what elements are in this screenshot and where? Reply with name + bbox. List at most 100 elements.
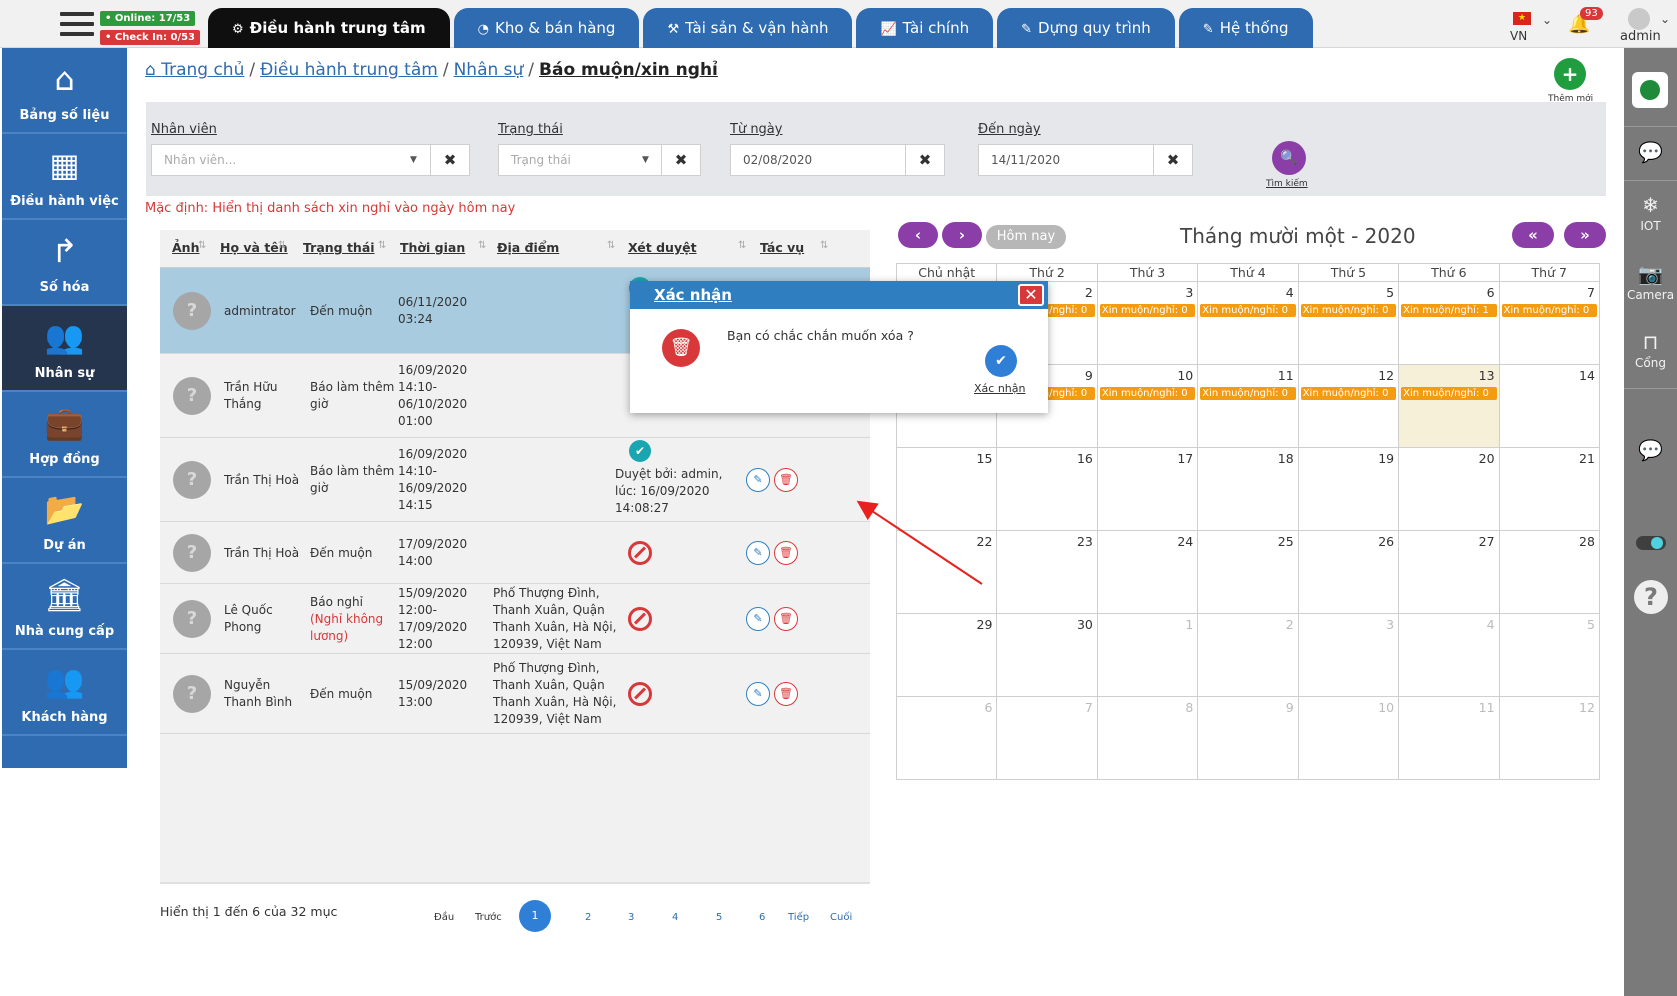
edit-icon[interactable]: ✎ [746,607,770,631]
clear-from-date-button[interactable]: ✖ [905,144,945,176]
chat-button[interactable]: 💬 [1624,438,1677,462]
clear-status-button[interactable]: ✖ [661,144,701,176]
gate-button[interactable]: ⊓ Cổng [1624,330,1677,370]
calendar-day[interactable]: 22 [897,531,998,614]
calendar-day[interactable]: 6 Xin muộn/nghỉ: 1 [1399,282,1500,365]
calendar-day[interactable]: 19 [1298,448,1400,531]
edit-icon[interactable]: ✎ [746,468,770,492]
chat-video-button[interactable]: 💬 [1624,140,1677,164]
calendar-day[interactable]: 26 [1298,531,1400,614]
calendar-day[interactable]: 30 [997,614,1098,697]
calendar-prev-button[interactable]: ‹ [898,222,938,248]
calendar-day[interactable]: 10 Xin muộn/nghỉ: 0 [1097,365,1199,448]
calendar-day[interactable]: 6 [897,697,998,780]
chevron-down-icon[interactable]: ⌄ [1542,13,1552,27]
calendar-day[interactable]: 21 [1499,448,1600,531]
pagination-next[interactable]: Tiếp [788,912,809,923]
breadcrumb-home[interactable]: ⌂ Trang chủ [145,60,244,80]
language-label[interactable]: VN [1510,29,1527,43]
vietnam-flag-icon[interactable]: ★ [1513,12,1531,25]
calendar-day[interactable]: 4 Xin muộn/nghỉ: 0 [1198,282,1299,365]
calendar-day[interactable]: 20 [1399,448,1500,531]
column-header[interactable]: Địa điểm [497,240,559,255]
column-header[interactable]: Trạng thái [303,240,375,255]
calendar-day[interactable]: 17 [1097,448,1199,531]
sort-icon[interactable]: ⇅ [378,240,386,251]
calendar-event[interactable]: Xin muộn/nghỉ: 0 [1300,387,1397,400]
calendar-day[interactable]: 23 [997,531,1098,614]
menu-icon[interactable] [60,12,94,42]
delete-icon[interactable]: 🗑 [774,682,798,706]
app-logo-icon[interactable] [1632,72,1668,108]
camera-button[interactable]: 📷 Camera [1624,262,1677,302]
calendar-event[interactable]: Xin muộn/nghỉ: 0 [1099,304,1196,317]
tab-3[interactable]: ⚒ Tài sản & vận hành [643,8,853,48]
sidebar-item-2[interactable]: ▦ Điều hành việc [2,134,127,220]
calendar-today-button[interactable]: Hôm nay [986,225,1066,249]
from-date-input[interactable]: 02/08/2020 [730,144,906,176]
sidebar-item-3[interactable]: ↱ Số hóa [2,220,127,306]
calendar-day[interactable]: 5 [1499,614,1600,697]
calendar-day[interactable]: 9 [1198,697,1299,780]
calendar-day[interactable]: 11 [1399,697,1500,780]
user-avatar-icon[interactable] [1628,8,1650,30]
sidebar-item-5[interactable]: 💼 Hợp đồng [2,392,127,478]
calendar-next-year-button[interactable]: » [1564,222,1606,248]
tab-2[interactable]: ◔ Kho & bán hàng [453,8,640,48]
sidebar-item-7[interactable]: 🏛 Nhà cung cấp [2,564,127,650]
calendar-prev-year-button[interactable]: « [1512,222,1554,248]
calendar-day[interactable]: 4 [1399,614,1500,697]
pagination-last[interactable]: Cuối [830,912,852,923]
calendar-day[interactable]: 16 [997,448,1098,531]
calendar-day[interactable]: 24 [1097,531,1199,614]
calendar-day[interactable]: 27 [1399,531,1500,614]
search-button[interactable]: 🔍 [1272,141,1306,175]
pagination-page[interactable]: 5 [716,912,722,923]
breadcrumb-center[interactable]: Điều hành trung tâm [260,60,438,80]
calendar-day[interactable]: 3 Xin muộn/nghỉ: 0 [1097,282,1199,365]
calendar-day[interactable]: 11 Xin muộn/nghỉ: 0 [1198,365,1299,448]
pagination-prev[interactable]: Trước [475,912,502,923]
edit-icon[interactable]: ✎ [746,541,770,565]
to-date-input[interactable]: 14/11/2020 [978,144,1154,176]
table-row[interactable]: ? Trần Thị Hoà Báo làm thêm giờ 16/09/2020 … [160,438,870,522]
employee-select[interactable]: Nhân viên... [151,144,431,176]
calendar-event[interactable]: Xin muộn/nghỉ: 0 [1200,304,1296,317]
confirm-label[interactable]: Xác nhận [974,382,1025,395]
mode-toggle[interactable] [1636,536,1666,550]
sidebar-item-1[interactable]: ⌂ Bảng số liệu [2,48,127,134]
sort-icon[interactable]: ⇅ [478,240,486,251]
help-icon[interactable]: ? [1634,580,1668,614]
table-row[interactable]: ? Nguyễn Thanh Bình Đến muộn 15/09/2020 13:… [160,654,870,734]
calendar-event[interactable]: Xin muộn/nghỉ: 0 [1401,387,1497,400]
calendar-day[interactable]: 7 [997,697,1098,780]
clear-to-date-button[interactable]: ✖ [1153,144,1193,176]
calendar-event[interactable]: Xin muộn/nghỉ: 0 [1501,304,1597,317]
tab-6[interactable]: ✎ Hệ thống [1178,8,1313,48]
calendar-day[interactable]: 28 [1499,531,1600,614]
calendar-day[interactable]: 14 [1499,365,1600,448]
delete-icon[interactable]: 🗑 [774,468,798,492]
calendar-day[interactable]: 8 [1097,697,1199,780]
sidebar-item-8[interactable]: 👥 Khách hàng [2,650,127,736]
close-icon[interactable]: ✕ [1018,284,1044,306]
calendar-event[interactable]: Xin muộn/nghỉ: 0 [1300,304,1397,317]
pagination-first[interactable]: Đầu [434,912,454,923]
calendar-day[interactable]: 29 [897,614,998,697]
calendar-event[interactable]: Xin muộn/nghỉ: 0 [1200,387,1296,400]
iot-button[interactable]: ❄ IOT [1624,193,1677,233]
table-row[interactable]: ? Trần Thị Hoà Đến muộn 17/09/2020 14:00 ✎ 🗑 [160,522,870,584]
calendar-day[interactable]: 25 [1198,531,1299,614]
calendar-day[interactable]: 5 Xin muộn/nghỉ: 0 [1298,282,1400,365]
edit-icon[interactable]: ✎ [746,682,770,706]
add-new-button[interactable]: + [1554,58,1586,90]
confirm-button[interactable]: ✔ [985,345,1017,377]
calendar-day[interactable]: 13 Xin muộn/nghỉ: 0 [1399,365,1500,448]
pagination-page[interactable]: 6 [759,912,765,923]
calendar-day[interactable]: 12 Xin muộn/nghỉ: 0 [1298,365,1400,448]
calendar-day[interactable]: 18 [1198,448,1299,531]
pagination-page[interactable]: 2 [585,912,591,923]
pagination-page[interactable]: 4 [672,912,678,923]
search-label[interactable]: Tìm kiếm [1266,179,1308,189]
calendar-next-button[interactable]: › [942,222,982,248]
